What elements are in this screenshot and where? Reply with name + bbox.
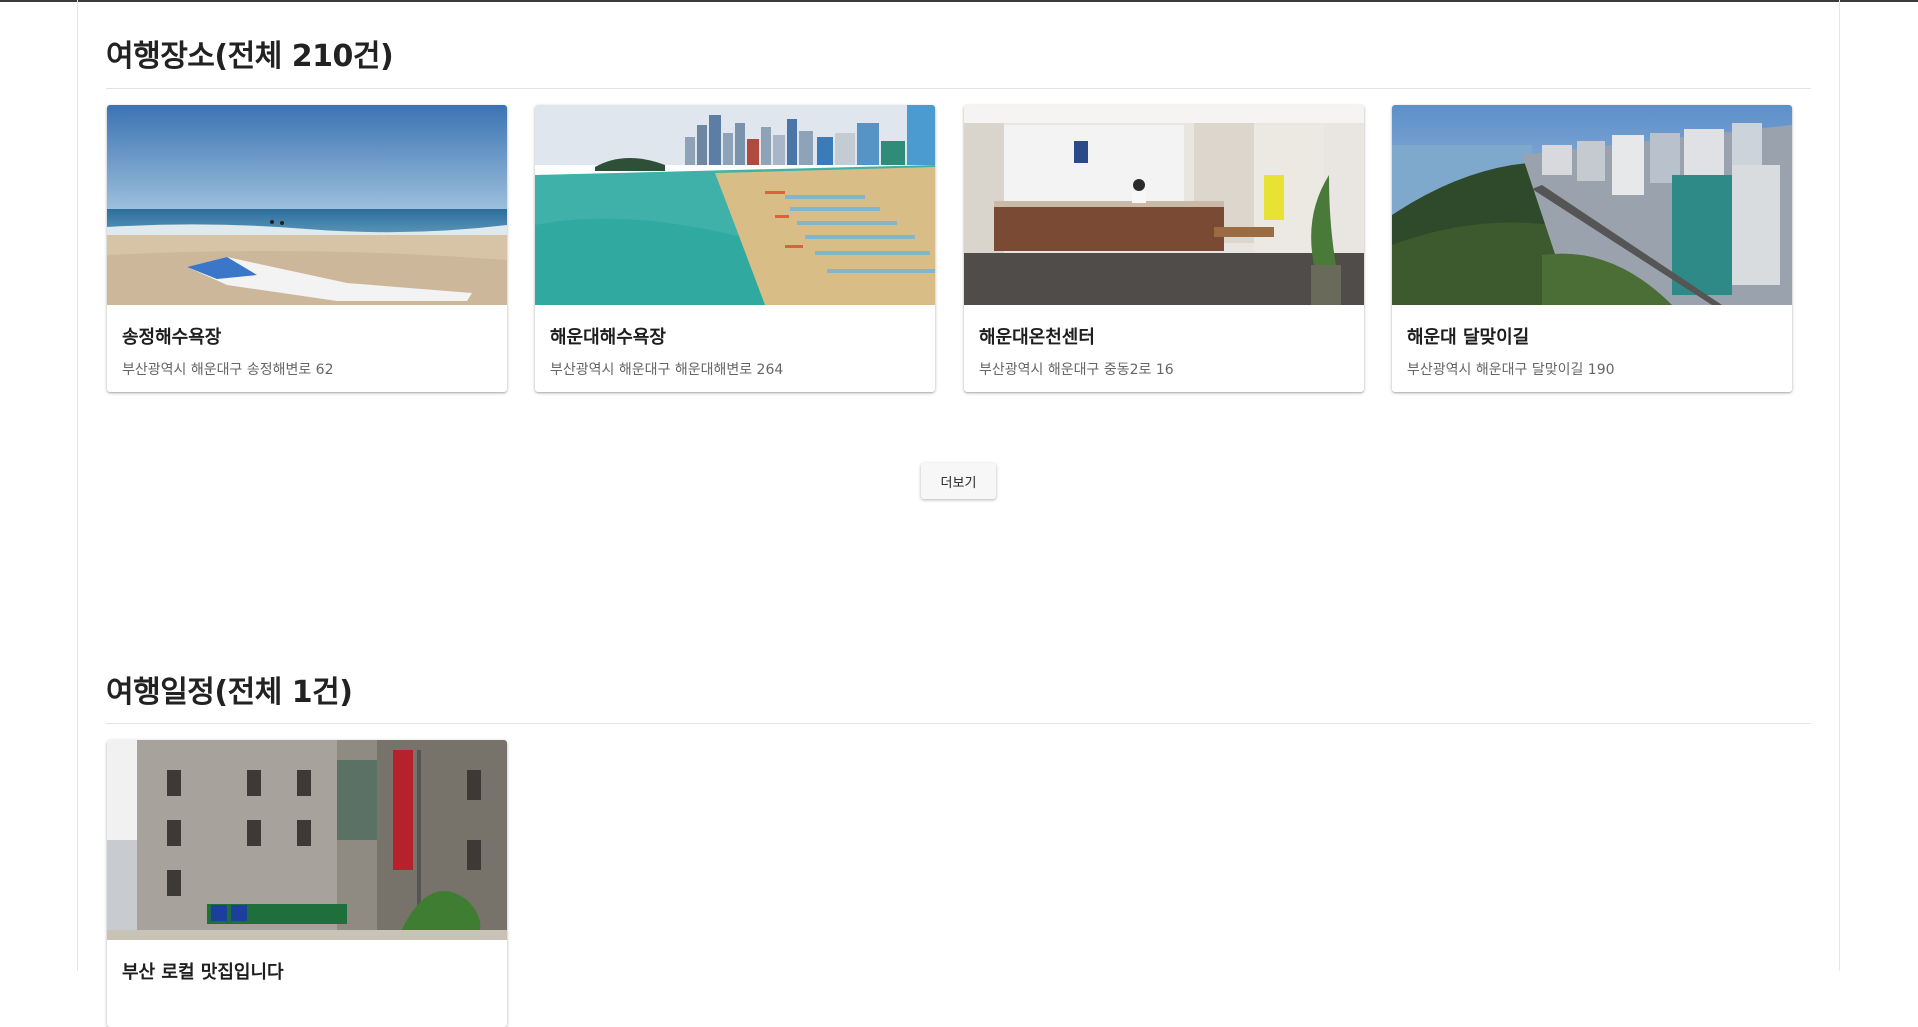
place-card-haeundae-beach[interactable]: 해운대해수욕장 부산광역시 해운대구 해운대해변로 264: [535, 105, 935, 392]
schedules-section-title: 여행일정(전체 1건): [106, 675, 353, 710]
place-card-address: 부산광역시 해운대구 달맞이길 190: [1407, 362, 1615, 378]
place-card-address: 부산광역시 해운대구 중동2로 16: [979, 362, 1174, 378]
schedule-image-restaurant-building: [107, 740, 507, 940]
place-card-title: 해운대온천센터: [979, 327, 1095, 348]
place-card-title: 송정해수욕장: [122, 327, 222, 348]
place-card-title: 해운대 달맞이길: [1407, 327, 1530, 348]
place-image-beach-surfboard: [107, 105, 507, 305]
place-card-address: 부산광역시 해운대구 해운대해변로 264: [550, 362, 784, 378]
main-container: 여행장소(전체 210건) 송정해수욕장 부산광역시 해운대구 송정해변로 62…: [77, 0, 1840, 1027]
place-card-title: 해운대해수욕장: [550, 327, 666, 348]
place-card-address: 부산광역시 해운대구 송정해변로 62: [122, 362, 334, 378]
place-card-dalmaji[interactable]: 해운대 달맞이길 부산광역시 해운대구 달맞이길 190: [1392, 105, 1792, 392]
place-card-songjeong[interactable]: 송정해수욕장 부산광역시 해운대구 송정해변로 62: [107, 105, 507, 392]
schedules-divider: [106, 723, 1811, 724]
place-image-haeundae-beach: [535, 105, 935, 305]
schedule-card[interactable]: 부산 로컬 맛집입니다: [107, 740, 507, 1027]
more-button[interactable]: 더보기: [921, 463, 996, 499]
places-section-title: 여행장소(전체 210건): [106, 39, 394, 74]
schedule-card-title: 부산 로컬 맛집입니다: [122, 962, 284, 983]
places-divider: [106, 88, 1811, 89]
place-image-spa-lobby: [964, 105, 1364, 305]
place-card-haeundae-spa[interactable]: 해운대온천센터 부산광역시 해운대구 중동2로 16: [964, 105, 1364, 392]
place-image-dalmaji-hill: [1392, 105, 1792, 305]
